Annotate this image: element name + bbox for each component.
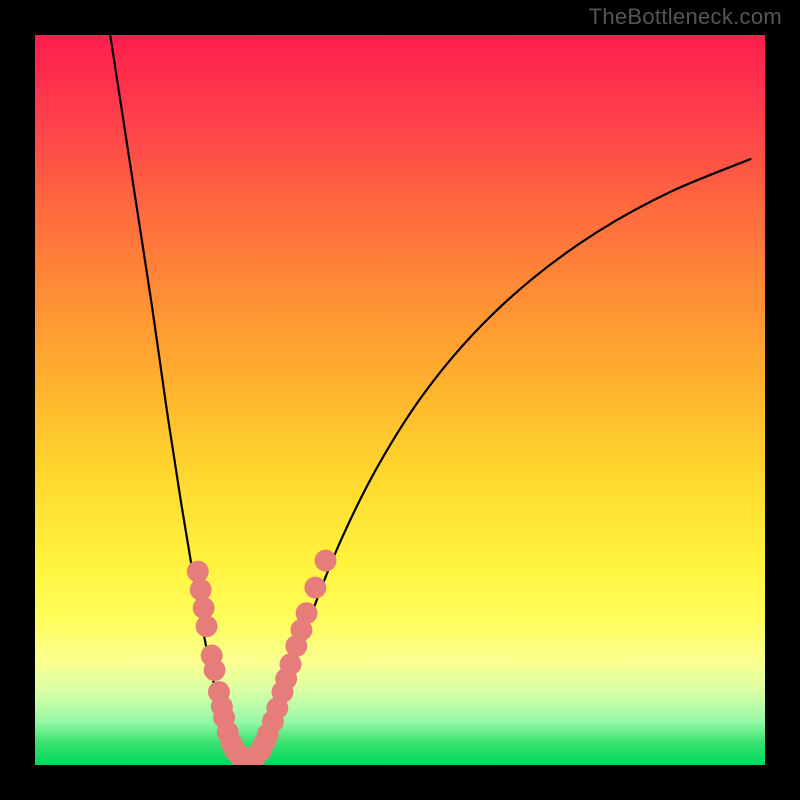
plot-area xyxy=(35,35,765,765)
highlight-dot xyxy=(204,659,226,681)
chart-root: TheBottleneck.com xyxy=(0,0,800,800)
highlight-dot xyxy=(187,561,209,583)
dots-group xyxy=(187,550,337,765)
chart-overlay-svg xyxy=(35,35,765,765)
highlight-dot xyxy=(315,550,337,572)
highlight-dot xyxy=(196,615,218,637)
highlight-dot xyxy=(190,579,212,601)
watermark-text: TheBottleneck.com xyxy=(589,4,782,30)
highlight-dot xyxy=(296,602,318,624)
highlight-dot xyxy=(304,577,326,599)
highlight-dot xyxy=(193,597,215,619)
